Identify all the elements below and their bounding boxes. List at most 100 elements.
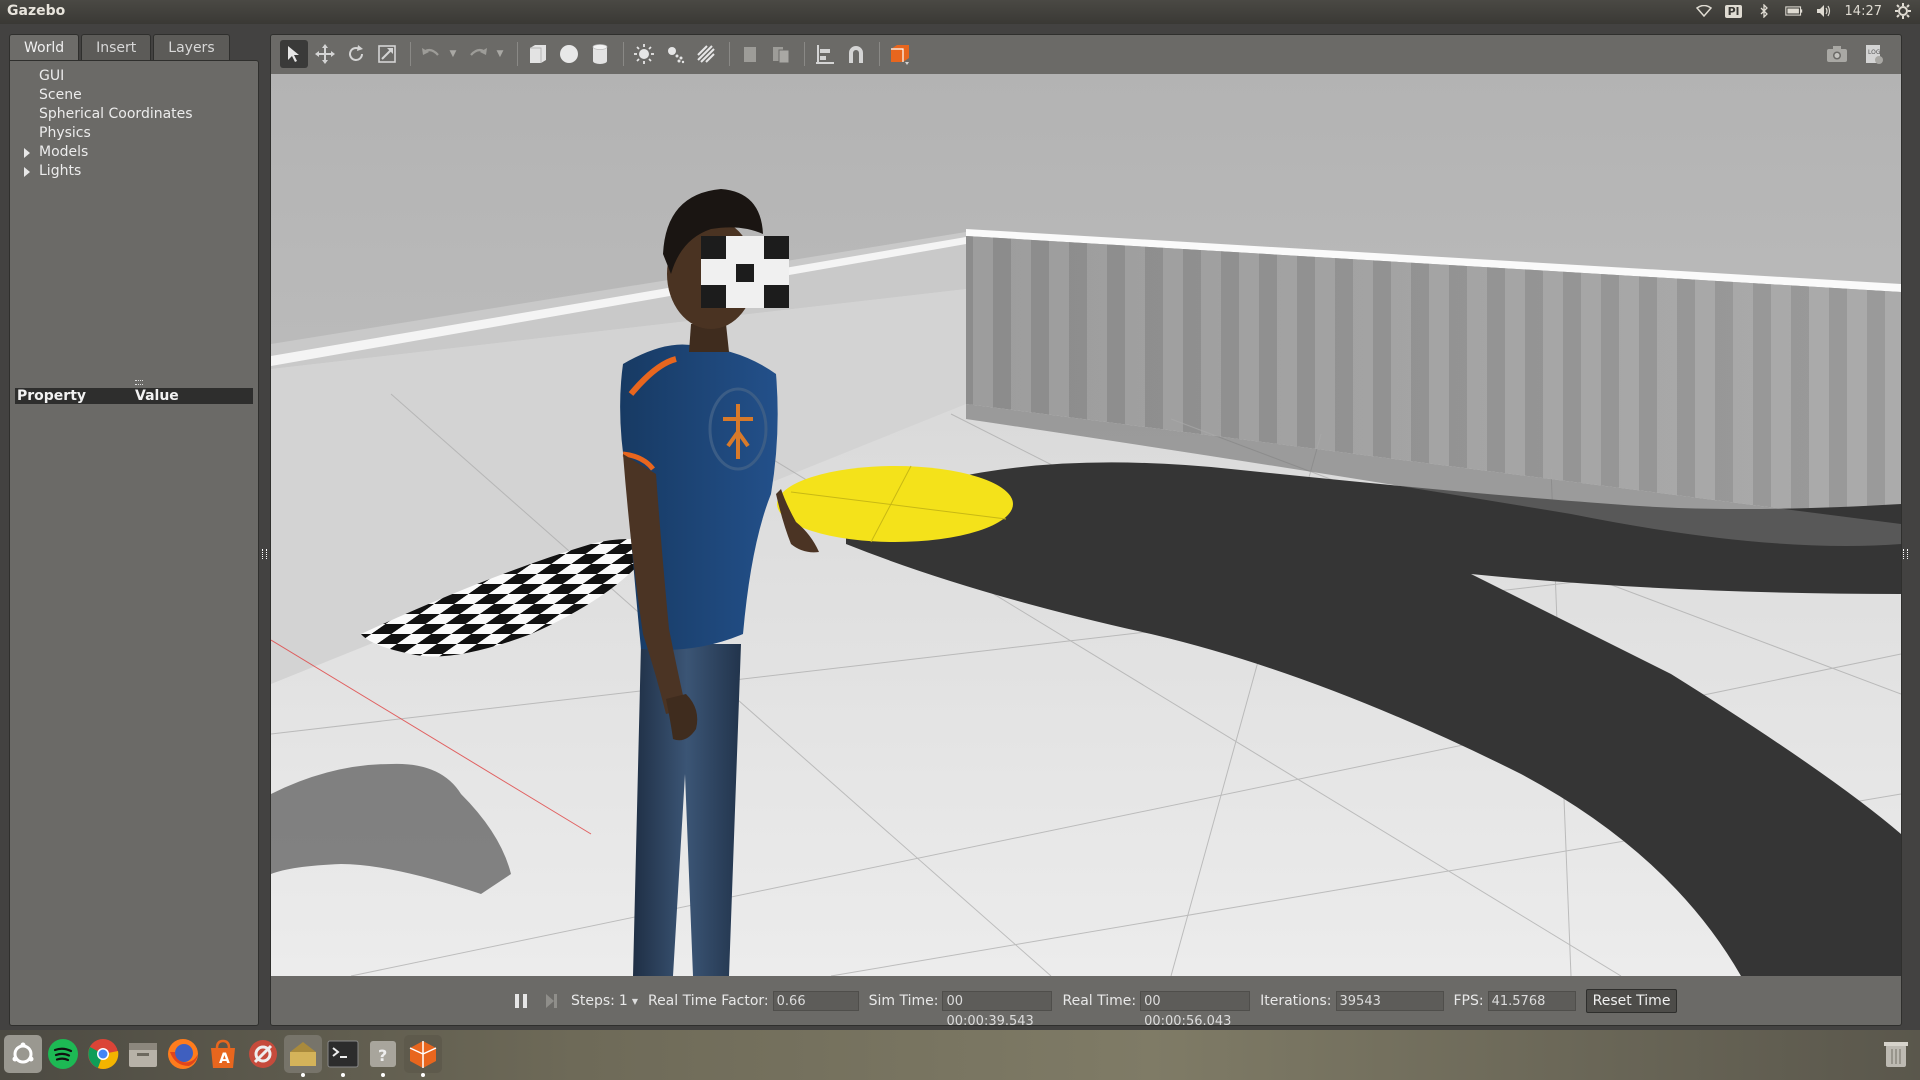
redo-button[interactable] <box>464 40 492 68</box>
copy-button[interactable] <box>736 40 764 68</box>
insert-directional-light-button[interactable] <box>692 40 720 68</box>
toolbar-right-group: LOG <box>1823 40 1891 68</box>
firefox-icon <box>168 1039 198 1069</box>
insert-sphere-button[interactable] <box>555 40 583 68</box>
world-panel: GUI Scene Spherical Coordinates Physics … <box>9 60 259 1026</box>
tree-item-physics[interactable]: Physics <box>10 124 258 143</box>
dock-files[interactable] <box>124 1035 162 1073</box>
svg-text:?: ? <box>378 1046 387 1065</box>
scene-render[interactable] <box>271 74 1901 976</box>
dock-3d-model-app[interactable] <box>404 1035 442 1077</box>
box-icon <box>530 45 546 63</box>
dock-ubuntu[interactable] <box>4 1035 42 1073</box>
paste-button[interactable] <box>767 40 795 68</box>
insert-spot-light-button[interactable] <box>661 40 689 68</box>
scale-icon <box>378 45 396 63</box>
reset-time-button[interactable]: Reset Time <box>1585 989 1678 1013</box>
insert-cylinder-button[interactable] <box>586 40 614 68</box>
tab-insert[interactable]: Insert <box>81 34 152 61</box>
undo-button[interactable] <box>417 40 445 68</box>
rotate-mode-button[interactable] <box>342 40 370 68</box>
redo-history-dropdown[interactable]: ▼ <box>495 40 505 68</box>
running-indicator <box>381 1073 385 1077</box>
tree-item-models[interactable]: Models <box>10 143 258 162</box>
running-indicator <box>421 1073 425 1077</box>
steps-spinbox[interactable]: 1 ▼ <box>619 993 638 1009</box>
toolbar-separator <box>517 42 518 66</box>
running-indicator <box>341 1073 345 1077</box>
files-icon <box>129 1043 157 1067</box>
volume-icon[interactable] <box>1815 2 1833 20</box>
3d-model-icon <box>409 1041 437 1068</box>
tree-item-label: Models <box>39 144 89 160</box>
launcher-dock: A ? <box>0 1030 1920 1080</box>
tab-world[interactable]: World <box>9 34 80 61</box>
dock-trash[interactable] <box>1878 1036 1914 1072</box>
dock-chrome[interactable] <box>84 1035 122 1073</box>
dock-help[interactable]: ? <box>364 1035 402 1077</box>
panel-splitter-handle[interactable] <box>135 380 143 385</box>
select-arrow-icon <box>288 46 299 62</box>
toolbar-separator <box>410 42 411 66</box>
step-icon <box>546 994 557 1008</box>
help-icon: ? <box>370 1041 396 1067</box>
tree-item-label: GUI <box>39 68 65 84</box>
wifi-icon[interactable] <box>1695 2 1713 20</box>
tree-item-scene[interactable]: Scene <box>10 86 258 105</box>
snap-icon <box>849 46 863 63</box>
screenshot-icon <box>1827 46 1847 62</box>
power-gear-icon[interactable] <box>1894 2 1912 20</box>
3d-scene-viewport[interactable] <box>271 74 1901 976</box>
pause-button[interactable] <box>511 991 531 1011</box>
toolbar-separator <box>879 42 880 66</box>
dock-software-center[interactable]: A <box>204 1035 242 1073</box>
dock-items: A ? <box>4 1035 442 1077</box>
translate-mode-button[interactable] <box>311 40 339 68</box>
expand-arrow-icon[interactable] <box>24 167 30 177</box>
view-angle-button[interactable] <box>886 40 914 68</box>
dock-system-settings[interactable] <box>244 1035 282 1073</box>
keyboard-layout-icon[interactable]: Pl <box>1724 2 1743 20</box>
dock-firefox[interactable] <box>164 1035 202 1073</box>
point-light-icon <box>634 44 654 64</box>
real-time-label: Real Time: <box>1062 993 1137 1009</box>
dock-spotify[interactable] <box>44 1035 82 1073</box>
step-button[interactable] <box>541 991 561 1011</box>
simulation-status-bar: Steps: 1 ▼ Real Time Factor: 0.66 Sim Ti… <box>271 977 1901 1029</box>
copy-icon <box>744 47 756 62</box>
tree-item-gui[interactable]: GUI <box>10 67 258 86</box>
steps-spin-arrow-icon[interactable]: ▼ <box>632 997 638 1006</box>
settings-icon <box>249 1040 277 1068</box>
tab-layers[interactable]: Layers <box>153 34 230 61</box>
dock-terminal[interactable] <box>324 1035 362 1077</box>
snap-button[interactable] <box>842 40 870 68</box>
screenshot-button[interactable] <box>1823 40 1851 68</box>
undo-icon <box>422 48 439 56</box>
clock[interactable]: 14:27 <box>1845 4 1882 19</box>
right-panel-resize-handle[interactable] <box>1903 549 1908 559</box>
undo-history-dropdown[interactable]: ▼ <box>448 40 458 68</box>
spot-light-icon <box>668 47 685 64</box>
battery-icon[interactable] <box>1784 2 1803 20</box>
view-angle-icon <box>891 45 909 65</box>
insert-box-button[interactable] <box>524 40 552 68</box>
trash-icon <box>1884 1042 1908 1067</box>
tree-item-lights[interactable]: Lights <box>10 162 258 181</box>
tree-item-spherical-coordinates[interactable]: Spherical Coordinates <box>10 105 258 124</box>
expand-arrow-icon[interactable] <box>24 148 30 158</box>
bluetooth-icon[interactable] <box>1755 2 1773 20</box>
running-indicator <box>301 1073 305 1077</box>
scale-mode-button[interactable] <box>373 40 401 68</box>
align-button[interactable] <box>811 40 839 68</box>
insert-point-light-button[interactable] <box>630 40 658 68</box>
left-panel-resize-handle[interactable] <box>262 549 267 559</box>
value-column-header[interactable]: Value <box>135 388 179 404</box>
left-panel: World Insert Layers GUI Scene Spherical … <box>9 34 259 1026</box>
rotate-icon <box>349 45 363 61</box>
property-column-header[interactable]: Property <box>17 388 86 404</box>
tree-item-label: Spherical Coordinates <box>39 106 193 122</box>
dock-gazebo[interactable] <box>284 1035 322 1077</box>
select-mode-button[interactable] <box>280 40 308 68</box>
toolbar-separator <box>729 42 730 66</box>
log-button[interactable]: LOG <box>1860 40 1888 68</box>
